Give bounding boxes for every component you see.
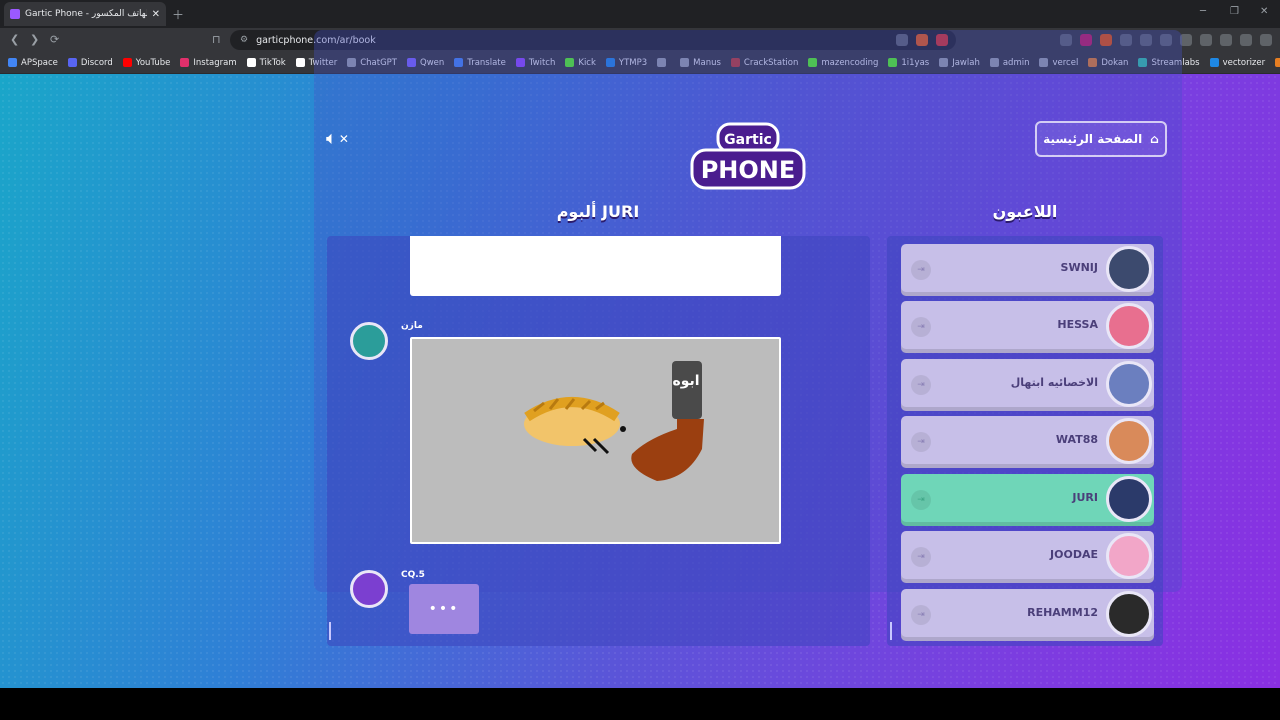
kick-player-icon[interactable]: ⇥ (911, 260, 931, 280)
home-button[interactable]: الصفحة الرئيسية ⌂ (1035, 121, 1167, 157)
close-tab-icon[interactable]: ✕ (152, 9, 160, 20)
author-avatar (350, 322, 388, 360)
restore-icon[interactable]: ❐ (1230, 6, 1239, 17)
bookmark-label: vectorizer (1222, 57, 1266, 68)
browser-tab[interactable]: Gartic Phone - لعبة الهاتف المكسور ✕ (4, 2, 166, 26)
bookmark-favicon-icon (180, 58, 190, 67)
kick-player-icon[interactable]: ⇥ (911, 432, 931, 452)
kick-player-icon[interactable]: ⇥ (911, 605, 931, 625)
player-avatar (1106, 418, 1152, 464)
player-avatar (1106, 533, 1152, 579)
site-info-icon[interactable]: ⚙ (240, 35, 248, 45)
bookmark-label: YouTube (135, 57, 171, 68)
wallet-icon[interactable] (1200, 34, 1212, 46)
bookmark-label: Instagram (193, 57, 237, 68)
player-row[interactable]: ⇥ JOODAE (901, 531, 1154, 583)
players-title: اللاعبون (992, 202, 1058, 221)
player-name: HESSA (1057, 318, 1098, 331)
bookmark-icon[interactable]: ⊓ (212, 33, 221, 46)
author-avatar (350, 570, 388, 608)
gartic-phone-logo: Gartic PHONE (690, 122, 806, 190)
bookmark-item[interactable]: Instagram (180, 57, 237, 68)
kick-player-icon[interactable]: ⇥ (911, 547, 931, 567)
bookmark-label: TikTok (259, 57, 286, 68)
bookmark-label: Discord (80, 57, 113, 68)
bookmark-favicon-icon (67, 58, 77, 67)
player-row[interactable]: ⇥ الاخصائيه ابتهال (901, 359, 1154, 411)
player-name: JURI (1072, 491, 1098, 504)
player-name: JOODAE (1050, 548, 1098, 561)
author-name: CQ.5 (401, 570, 425, 580)
home-button-label: الصفحة الرئيسية (1043, 132, 1143, 146)
text-entry-card (410, 236, 781, 296)
bookmark-item[interactable]: vectorizer (1209, 57, 1266, 68)
bookmark-label: APSpace (21, 57, 58, 68)
svg-text:PHONE: PHONE (701, 156, 796, 184)
bookmark-favicon-icon (122, 58, 132, 67)
muted-x-icon: ✕ (338, 131, 349, 146)
vpn-icon[interactable] (1240, 34, 1252, 46)
player-avatar (1106, 361, 1152, 407)
bookmark-item[interactable]: APSpace (8, 58, 58, 68)
ai-icon[interactable] (1220, 34, 1232, 46)
bookmark-item[interactable]: Discord (67, 57, 113, 68)
player-row[interactable]: ⇥ JURI (901, 474, 1154, 526)
drawing-text: ابوه (672, 373, 699, 389)
players-scrollbar[interactable] (890, 622, 892, 640)
player-avatar (1106, 591, 1152, 637)
bookmark-item[interactable]: YouTube (122, 57, 171, 68)
bookmark-favicon-icon (8, 58, 17, 67)
home-icon: ⌂ (1150, 132, 1159, 146)
player-name: WAT88 (1055, 433, 1098, 446)
drawing-canvas: ابوه (410, 337, 781, 544)
forward-icon[interactable]: ❯ (30, 33, 39, 46)
typing-indicator: ••• (409, 584, 479, 634)
player-name: REHAMM12 (1027, 606, 1098, 619)
player-row[interactable]: ⇥ REHAMM12 (901, 589, 1154, 641)
kick-player-icon[interactable]: ⇥ (911, 375, 931, 395)
player-row[interactable]: ⇥ HESSA (901, 301, 1154, 353)
bottom-bar (0, 688, 1280, 720)
menu-icon[interactable] (1260, 34, 1272, 46)
player-avatar (1106, 246, 1152, 292)
back-icon[interactable]: ❮ (10, 33, 19, 46)
bookmark-favicon-icon (246, 58, 256, 67)
player-avatar (1106, 476, 1152, 522)
speaker-icon: 🔈︎ (326, 128, 337, 149)
svg-text:Gartic: Gartic (724, 132, 772, 148)
close-window-icon[interactable]: ✕ (1260, 6, 1268, 17)
kick-player-icon[interactable]: ⇥ (911, 317, 931, 337)
author-name: مازن (401, 321, 423, 331)
kick-player-icon[interactable]: ⇥ (911, 490, 931, 510)
bookmark-item[interactable]: TikTok (246, 57, 286, 68)
player-row[interactable]: ⇥ SWNIJ (901, 244, 1154, 296)
player-avatar (1106, 303, 1152, 349)
minimize-icon[interactable]: ─ (1200, 6, 1206, 17)
new-tab-icon[interactable]: ＋ (172, 6, 184, 23)
reload-icon[interactable]: ⟳ (50, 33, 59, 46)
player-name: SWNIJ (1060, 261, 1098, 274)
mute-button[interactable]: 🔈︎ ✕ (326, 128, 349, 149)
player-row[interactable]: ⇥ WAT88 (901, 416, 1154, 468)
player-name: الاخصائيه ابتهال (1010, 376, 1098, 389)
album-scrollbar[interactable] (329, 622, 331, 640)
tab-title: Gartic Phone - لعبة الهاتف المكسور (25, 9, 147, 19)
bookmark-favicon-icon (295, 58, 305, 67)
gartic-favicon-icon (10, 9, 20, 19)
bookmark-favicon-icon (1275, 58, 1280, 67)
drawing-image: ابوه (524, 361, 704, 481)
bookmark-favicon-icon (1209, 58, 1219, 67)
album-title: ألبوم JURI (556, 202, 640, 221)
bookmark-item[interactable]: cdn (1275, 58, 1280, 68)
tab-bar: Gartic Phone - لعبة الهاتف المكسور ✕ ＋ ─… (0, 0, 1280, 28)
